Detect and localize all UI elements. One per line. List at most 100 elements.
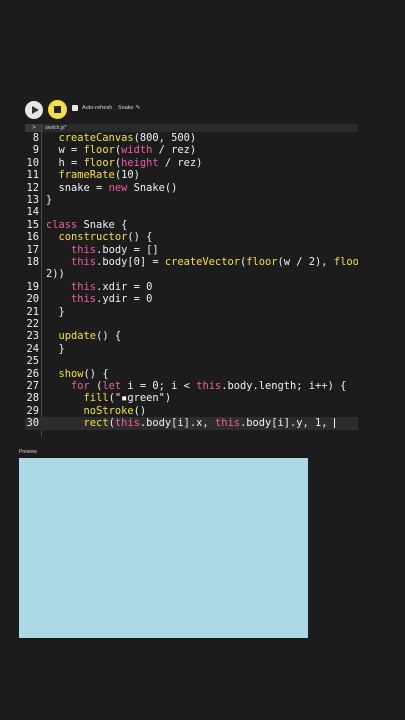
sketch-name[interactable]: Snake ✎ <box>118 105 140 111</box>
code-line[interactable]: 14 <box>25 206 358 218</box>
code-line[interactable]: 13} <box>25 194 358 206</box>
code-keyword: this <box>114 417 140 430</box>
code-line[interactable]: 18 this.body[0] = createVector(floor(w /… <box>25 256 358 268</box>
code-text: show() { <box>46 368 109 380</box>
code-line[interactable]: 8 createCanvas(800, 500) <box>25 132 358 144</box>
code-text: fill("▪green") <box>46 392 172 405</box>
preview-label: Preview <box>19 449 37 455</box>
code-line[interactable]: 29 noStroke() <box>25 405 358 417</box>
code-text: } <box>46 194 52 206</box>
code-line[interactable]: 10 h = floor(height / rez) <box>25 157 358 169</box>
code-token: .xdir = 0 <box>96 280 153 293</box>
line-number: 8 <box>32 132 39 144</box>
code-line[interactable]: 2)) <box>25 268 358 280</box>
code-token: snake = <box>46 181 109 194</box>
code-line[interactable]: 22 <box>25 318 358 330</box>
code-token: () <box>133 404 147 417</box>
code-function: fill <box>83 392 109 405</box>
code-line[interactable]: 21 } <box>25 306 358 318</box>
line-number: 26 <box>26 367 39 380</box>
code-text: } <box>46 306 65 318</box>
code-line[interactable]: 26 show() { <box>25 368 358 380</box>
code-function: floor <box>83 156 115 169</box>
code-token: w = <box>46 144 84 157</box>
auto-refresh-checkbox[interactable] <box>72 105 78 111</box>
code-token: Snake { <box>77 218 128 231</box>
code-keyword: this <box>196 380 222 392</box>
line-number: 24 <box>26 342 39 355</box>
code-text: this.ydir = 0 <box>46 293 152 305</box>
line-number: 10 <box>26 156 39 169</box>
code-keyword: this <box>214 417 240 430</box>
code-token: .body[i].x, <box>139 417 215 430</box>
code-line[interactable]: 23 update() { <box>25 330 358 342</box>
play-button[interactable] <box>25 101 43 119</box>
code-keyword: new <box>108 181 128 194</box>
auto-refresh-toggle[interactable]: Auto-refresh <box>72 105 112 111</box>
code-function: noStroke <box>83 404 134 417</box>
code-text: w = floor(width / rez) <box>46 144 197 157</box>
code-keyword: this <box>71 293 97 306</box>
code-text: class Snake { <box>46 219 127 231</box>
code-line[interactable]: 24 } <box>25 343 358 355</box>
code-text: for (let i = 0; i < this.body.length; i+… <box>46 380 346 392</box>
code-token: (w / 2), <box>277 256 334 268</box>
line-number: 30 <box>26 417 39 430</box>
code-token: ("▪green") <box>108 392 172 405</box>
code-token: () { <box>96 330 122 343</box>
code-line[interactable]: 15 class Snake { <box>25 219 358 231</box>
code-keyword: this <box>71 256 97 268</box>
line-number: 25 <box>26 355 39 368</box>
code-text: update() { <box>46 330 122 343</box>
code-line[interactable]: 12 snake = new Snake() <box>25 182 358 194</box>
code-line[interactable]: 30 rect(this.body[i].x, this.body[i].y, … <box>25 417 358 430</box>
line-number: 21 <box>26 305 39 318</box>
code-line[interactable]: 20 this.ydir = 0 <box>25 293 358 305</box>
code-function: createCanvas <box>46 132 134 144</box>
code-line[interactable]: 19 this.xdir = 0 <box>25 281 358 293</box>
stop-button[interactable] <box>48 100 67 119</box>
code-function: frameRate <box>46 169 115 182</box>
code-line[interactable]: 16 constructor() { <box>25 231 358 243</box>
code-text: frameRate(10) <box>46 169 140 181</box>
line-number: 19 <box>26 280 39 293</box>
collapse-sidebar-button[interactable]: > <box>25 124 43 132</box>
code-token: / rez) <box>158 156 203 169</box>
code-line[interactable]: 17 this.body = [] <box>25 244 358 256</box>
code-function: floor <box>333 256 358 268</box>
code-line[interactable]: 11 frameRate(10) <box>25 169 358 181</box>
code-text: snake = new Snake() <box>46 181 178 194</box>
code-text: 2)) <box>46 268 65 280</box>
line-number: 28 <box>26 392 39 405</box>
line-number: 22 <box>26 318 39 330</box>
code-function: show <box>58 367 84 380</box>
line-number: 11 <box>26 169 39 182</box>
file-tab-bar: > sketch.js* <box>25 124 358 132</box>
code-token: .body[i].y, 1, <box>239 417 334 430</box>
file-tab[interactable]: sketch.js* <box>45 124 66 132</box>
code-token: } <box>46 342 65 355</box>
code-token: } <box>46 194 53 206</box>
pencil-icon[interactable]: ✎ <box>136 105 141 111</box>
code-text: } <box>46 343 65 355</box>
code-keyword: height <box>121 156 159 169</box>
code-line[interactable]: 25 <box>25 355 358 367</box>
code-editor[interactable]: 8 createCanvas(800, 500) 9 w = floor(widt… <box>25 132 358 437</box>
code-token: Snake() <box>127 181 178 194</box>
text-cursor <box>333 418 335 429</box>
preview-canvas[interactable] <box>19 458 308 638</box>
code-text: this.xdir = 0 <box>46 281 152 293</box>
auto-refresh-label: Auto-refresh <box>82 105 113 111</box>
code-token: i = 0; i < <box>121 380 197 392</box>
code-line[interactable]: 28 fill("▪green") <box>25 392 358 404</box>
code-line[interactable]: 9 w = floor(width / rez) <box>25 144 358 156</box>
code-text: this.body = [] <box>46 244 159 256</box>
code-line[interactable]: 27 for (let i = 0; i < this.body.length;… <box>25 380 358 392</box>
code-token: 2)) <box>46 268 65 281</box>
code-token: .body[0] = <box>96 256 165 268</box>
